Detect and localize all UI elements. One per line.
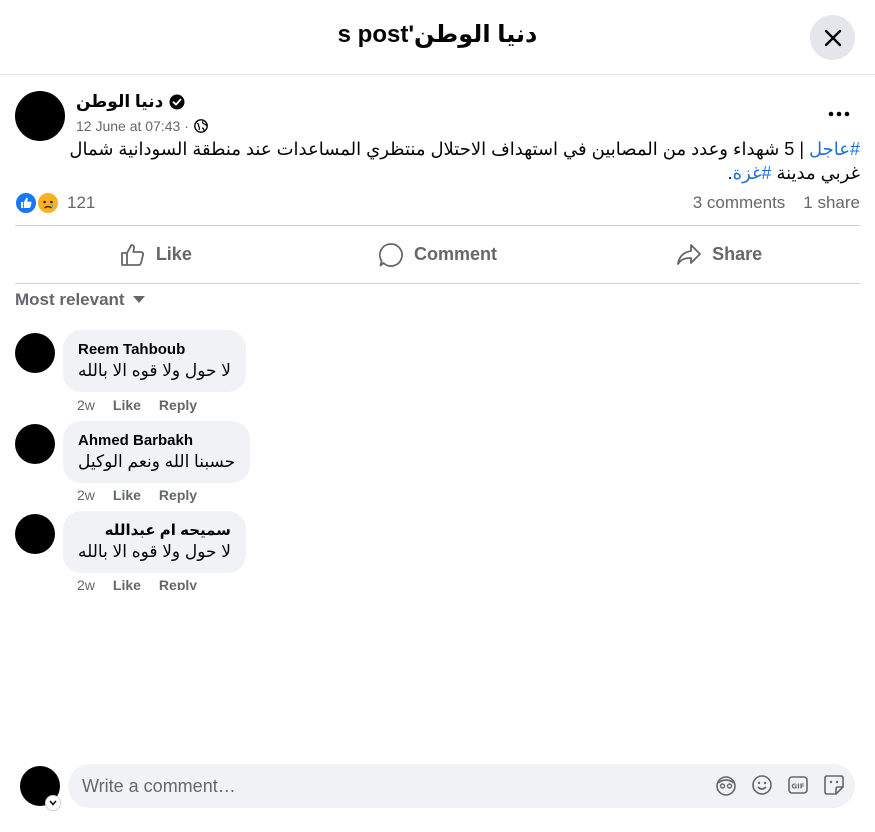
comment-text: لا حول ولا قوه الا بالله xyxy=(78,361,231,380)
comment-sort-dropdown[interactable]: Most relevant xyxy=(15,290,145,310)
gif-icon[interactable]: GIF xyxy=(787,774,809,796)
post-dialog: دنيا الوطن's post دنيا الوطن 12 June at … xyxy=(0,0,875,832)
post-text: #عاجل | 5 شهداء وعدد من المصابين في استه… xyxy=(40,137,860,185)
comment-like-button[interactable]: Like xyxy=(113,397,141,413)
comment-bubble: سميحه ام عبدالله لا حول ولا قوه الا بالل… xyxy=(63,511,246,573)
comment-avatar[interactable] xyxy=(15,333,55,373)
post-options-button[interactable] xyxy=(825,100,853,128)
comment-actions: 2w Like Reply xyxy=(77,397,197,413)
post-author-avatar[interactable] xyxy=(15,91,65,141)
comment-age[interactable]: 2w xyxy=(77,577,95,590)
shares-count[interactable]: 1 share xyxy=(803,193,860,213)
post-author[interactable]: دنيا الوطن xyxy=(76,92,185,112)
share-button[interactable]: Share xyxy=(578,226,860,283)
comment-label: Comment xyxy=(414,244,498,264)
share-arrow-icon xyxy=(677,243,702,265)
emoji-icon[interactable] xyxy=(751,774,773,796)
like-label: Like xyxy=(155,244,192,264)
hashtag-link[interactable]: #عاجل xyxy=(809,139,860,159)
composer-tools: GIF xyxy=(715,774,845,796)
sticker-icon[interactable] xyxy=(823,774,845,796)
comments-count[interactable]: 3 comments xyxy=(693,193,786,213)
globe-icon xyxy=(193,119,208,133)
chevron-down-icon xyxy=(49,800,57,806)
reactions-count: 121 xyxy=(67,193,96,212)
comment-like-button[interactable]: Like xyxy=(113,487,141,503)
post-meta: 12 June at 07:43 · xyxy=(76,118,208,134)
post-author-name[interactable]: دنيا الوطن xyxy=(76,92,163,112)
comment-age[interactable]: 2w xyxy=(77,487,95,503)
comment-text: حسبنا الله ونعم الوكيل xyxy=(78,452,236,471)
engagement-counts: 3 comments 1 share xyxy=(693,193,860,213)
avatar-sticker-icon[interactable] xyxy=(715,774,737,796)
profile-switch-button[interactable] xyxy=(45,795,61,811)
thumbs-up-icon xyxy=(120,243,144,266)
comment-reply-button[interactable]: Reply xyxy=(159,397,197,413)
dialog-header: دنيا الوطن's post xyxy=(0,0,875,75)
comment-actions: 2w Like Reply xyxy=(77,577,197,590)
comment-text: لا حول ولا قوه الا بالله xyxy=(78,542,231,561)
more-options-icon xyxy=(828,111,850,117)
comment-actions: 2w Like Reply xyxy=(77,487,197,503)
comments-list: Reem Tahboub لا حول ولا قوه الا بالله 2w… xyxy=(0,320,875,590)
comment-reply-button[interactable]: Reply xyxy=(159,487,197,503)
comment-bubble: Reem Tahboub لا حول ولا قوه الا بالله xyxy=(63,330,246,392)
comment-avatar[interactable] xyxy=(15,424,55,464)
comment-bubble: Ahmed Barbakh حسبنا الله ونعم الوكيل xyxy=(63,421,251,483)
comment-composer: GIF xyxy=(0,760,875,832)
comment-bubble-icon xyxy=(378,242,403,267)
comment-author[interactable]: Ahmed Barbakh xyxy=(78,431,235,451)
sort-label: Most relevant xyxy=(15,290,125,309)
dialog-title: دنيا الوطن's post xyxy=(337,21,538,48)
share-label: Share xyxy=(712,244,763,264)
comment-age[interactable]: 2w xyxy=(77,397,95,413)
comment-reply-button[interactable]: Reply xyxy=(159,577,197,590)
caret-down-icon xyxy=(132,296,145,303)
comment-button[interactable]: Comment xyxy=(297,226,579,283)
sad-reaction-icon xyxy=(37,192,59,214)
svg-text:GIF: GIF xyxy=(791,783,804,791)
close-button[interactable] xyxy=(810,15,855,60)
comment-author[interactable]: سميحه ام عبدالله xyxy=(78,521,231,541)
hashtag-link[interactable]: #غزة xyxy=(733,163,772,183)
reaction-icons xyxy=(15,192,59,214)
like-button[interactable]: Like xyxy=(15,226,297,283)
like-reaction-icon xyxy=(15,192,37,214)
close-icon xyxy=(824,29,841,46)
post-timestamp[interactable]: 12 June at 07:43 · xyxy=(76,118,189,134)
post-action-bar: Like Comment Share xyxy=(15,225,860,284)
comment-like-button[interactable]: Like xyxy=(113,577,141,590)
verified-badge-icon xyxy=(169,94,185,110)
comment-author[interactable]: Reem Tahboub xyxy=(78,340,231,360)
comment-avatar[interactable] xyxy=(15,514,55,554)
reactions-summary[interactable]: 121 xyxy=(15,192,95,214)
